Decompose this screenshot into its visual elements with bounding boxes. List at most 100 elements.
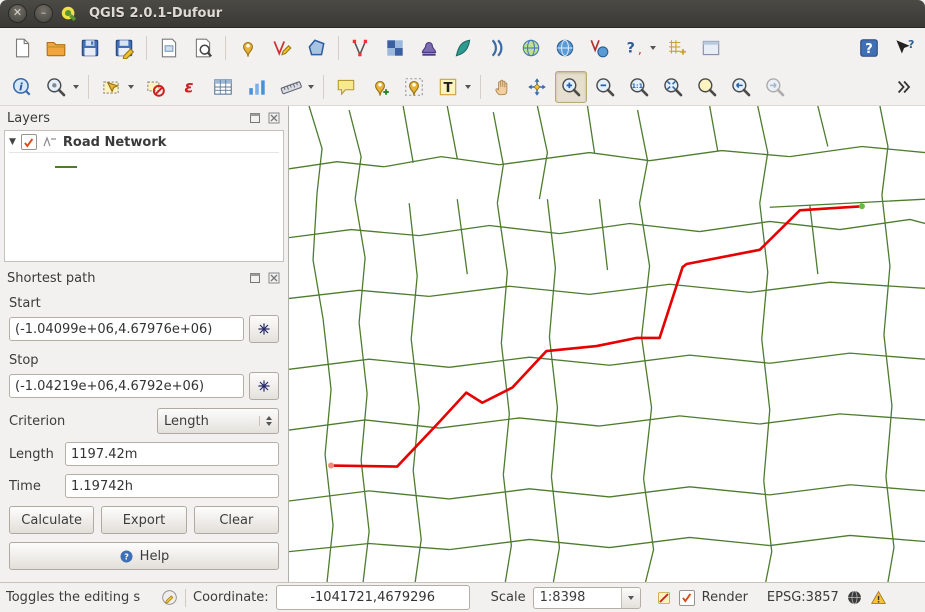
- composer-manager-button[interactable]: [187, 32, 219, 64]
- save-project-button[interactable]: [74, 32, 106, 64]
- log-messages-warning-icon[interactable]: [870, 589, 887, 606]
- feature-action-menu-caret-icon[interactable]: [73, 85, 79, 89]
- toolbar-overflow-button[interactable]: [887, 71, 919, 103]
- zoom-last-button[interactable]: [725, 71, 757, 103]
- time-input[interactable]: [65, 474, 279, 498]
- capture-line-icon: [271, 37, 293, 59]
- status-separator: [185, 589, 186, 607]
- coordinate-input[interactable]: [276, 585, 470, 610]
- pick-start-button[interactable]: [249, 315, 279, 343]
- open-project-button[interactable]: [40, 32, 72, 64]
- zoom-in-button[interactable]: [555, 71, 587, 103]
- close-button[interactable]: ✕: [8, 4, 27, 23]
- zoom-to-selection-button[interactable]: [691, 71, 723, 103]
- zoom-native-button[interactable]: 1:1: [623, 71, 655, 103]
- shortest-path-close-button[interactable]: [266, 271, 281, 286]
- select-features-menu-caret-icon[interactable]: [128, 85, 134, 89]
- stop-input[interactable]: [9, 374, 244, 398]
- select-by-expression-button[interactable]: ε: [173, 71, 205, 103]
- node-tool-button[interactable]: [345, 32, 377, 64]
- web-plugin-button[interactable]: [549, 32, 581, 64]
- map-tips-help-button[interactable]: ?,: [617, 32, 649, 64]
- whats-this-button[interactable]: ?: [887, 32, 919, 64]
- identify-features-icon: i: [11, 76, 33, 98]
- map-tips-button[interactable]: [330, 71, 362, 103]
- measure-menu-caret-icon[interactable]: [308, 85, 314, 89]
- crs-status-icon[interactable]: [846, 589, 863, 606]
- deselect-all-button[interactable]: [139, 71, 171, 103]
- pick-stop-button[interactable]: [249, 372, 279, 400]
- vector-analysis-button[interactable]: [583, 32, 615, 64]
- grid-plugin-button[interactable]: [661, 32, 693, 64]
- clear-button[interactable]: Clear: [194, 506, 279, 534]
- road-line: [640, 203, 650, 337]
- time-label: Time: [9, 479, 65, 494]
- layer-expand-arrow-icon[interactable]: ▼: [9, 137, 16, 147]
- capture-point-button[interactable]: [232, 32, 264, 64]
- length-label: Length: [9, 447, 65, 462]
- start-input[interactable]: [9, 317, 244, 341]
- plugin-feather-button[interactable]: [447, 32, 479, 64]
- georeferencer-button[interactable]: [413, 32, 445, 64]
- path-end-marker: [859, 203, 865, 209]
- criterion-combo[interactable]: Length: [157, 408, 279, 434]
- capture-polygon-button[interactable]: [300, 32, 332, 64]
- minimize-button[interactable]: –: [34, 4, 53, 23]
- panel-plugin-button[interactable]: [695, 32, 727, 64]
- toggle-editing-icon[interactable]: [161, 589, 178, 606]
- save-project-as-button[interactable]: [108, 32, 140, 64]
- calculate-button[interactable]: Calculate: [9, 506, 94, 534]
- map-canvas[interactable]: [288, 106, 925, 582]
- measure-icon: [280, 76, 302, 98]
- layers-close-button[interactable]: [266, 111, 281, 126]
- run-feature-action-button[interactable]: [40, 71, 72, 103]
- zoom-in-icon: [560, 76, 582, 98]
- capture-point-icon: [237, 37, 259, 59]
- help-contents-button[interactable]: ?: [853, 32, 885, 64]
- zoom-next-icon: [764, 76, 786, 98]
- road-line: [313, 193, 323, 319]
- new-bookmark-button[interactable]: [364, 71, 396, 103]
- zoom-out-button[interactable]: [589, 71, 621, 103]
- annotation-menu-caret-icon[interactable]: [465, 85, 471, 89]
- road-line: [644, 479, 654, 582]
- road-line: [309, 106, 322, 193]
- layer-visibility-checkbox[interactable]: [21, 134, 37, 150]
- road-line: [750, 282, 925, 292]
- new-print-composer-button[interactable]: [153, 32, 185, 64]
- toolbar-separator: [323, 75, 324, 99]
- add-raster-layer-button[interactable]: [379, 32, 411, 64]
- render-checkbox[interactable]: [679, 590, 695, 606]
- identify-features-button[interactable]: i: [6, 71, 38, 103]
- layer-item-road-network[interactable]: ▼ Road Network: [9, 134, 279, 153]
- new-project-button[interactable]: [6, 32, 38, 64]
- capture-line-button[interactable]: [266, 32, 298, 64]
- vector-analysis-menu-caret-icon[interactable]: [650, 46, 656, 50]
- qgis-window: ✕ – QGIS 2.0.1-Dufour ?,?? iεT1:1 Layers: [0, 0, 925, 612]
- titlebar: ✕ – QGIS 2.0.1-Dufour: [0, 0, 925, 28]
- measure-button[interactable]: [275, 71, 307, 103]
- stop-render-icon[interactable]: [656, 590, 672, 606]
- plugin-interpolation-button[interactable]: [481, 32, 513, 64]
- layers-float-button[interactable]: [247, 111, 262, 126]
- svg-text:ε: ε: [184, 77, 193, 96]
- web-plugin-icon: [554, 37, 576, 59]
- shortest-path-float-button[interactable]: [247, 271, 262, 286]
- globe-view-button[interactable]: [515, 32, 547, 64]
- scale-combo-arrow-icon[interactable]: [621, 588, 640, 608]
- statistical-summary-icon: [246, 76, 268, 98]
- road-line: [439, 418, 599, 428]
- export-button[interactable]: Export: [101, 506, 186, 534]
- pan-to-selection-button[interactable]: [521, 71, 553, 103]
- text-annotation-button[interactable]: T: [432, 71, 464, 103]
- open-attribute-table-button[interactable]: [207, 71, 239, 103]
- shortest-path-body: Start Stop Crit: [0, 290, 288, 582]
- show-bookmarks-button[interactable]: [398, 71, 430, 103]
- pan-map-button[interactable]: [487, 71, 519, 103]
- statistical-summary-button[interactable]: [241, 71, 273, 103]
- select-features-button[interactable]: [95, 71, 127, 103]
- scale-combo[interactable]: 1:8398: [533, 587, 641, 609]
- length-input[interactable]: [65, 442, 279, 466]
- help-button[interactable]: ? Help: [9, 542, 279, 570]
- zoom-full-button[interactable]: [657, 71, 689, 103]
